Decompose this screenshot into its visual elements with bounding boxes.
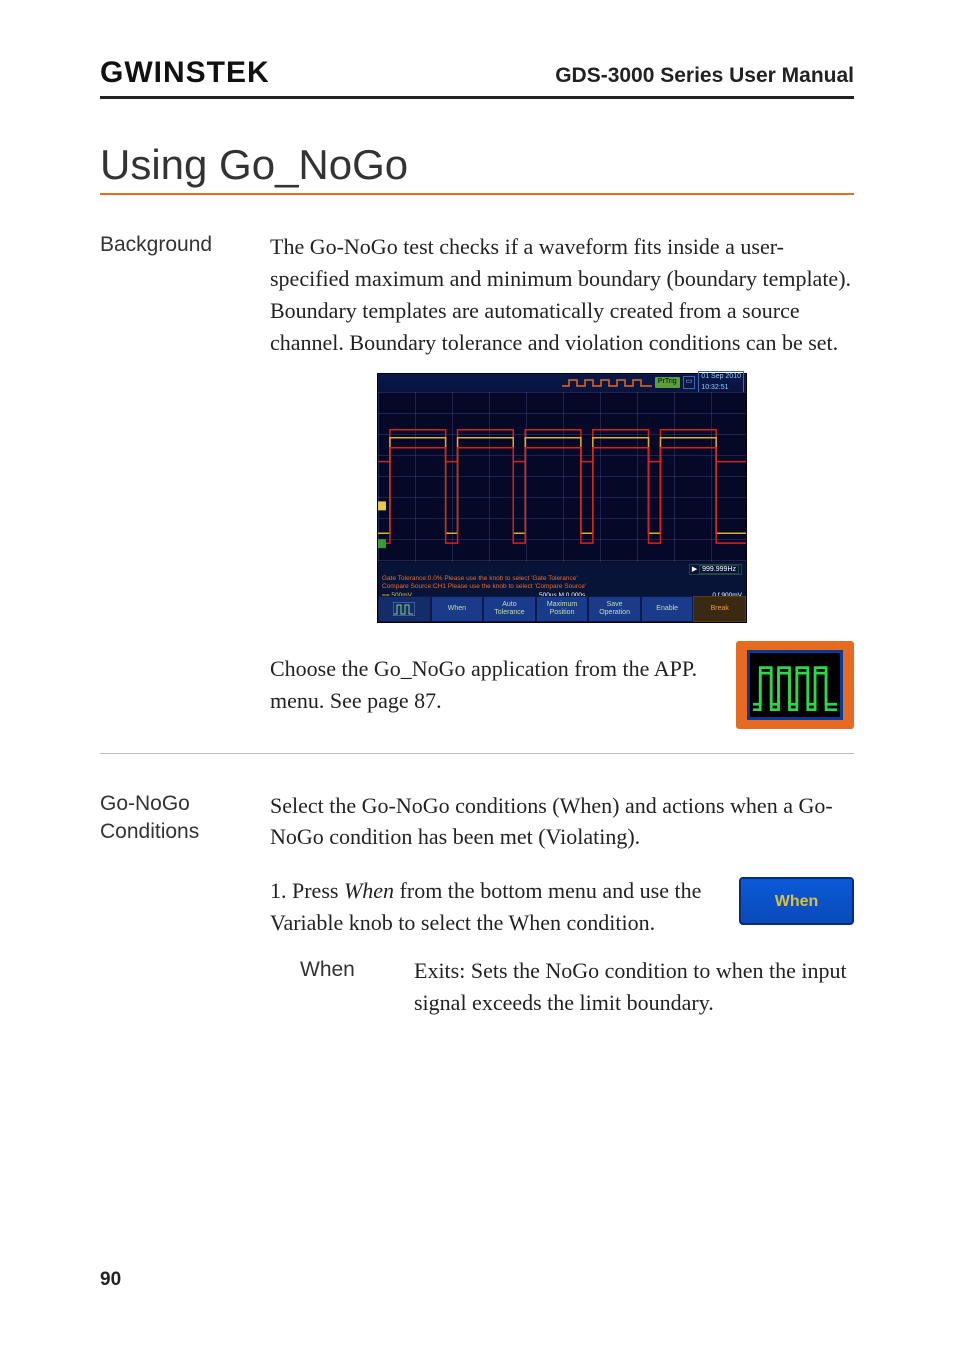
trig-badge: PrTrig xyxy=(655,377,680,387)
when-italic: When xyxy=(344,878,394,903)
conditions-section: Go-NoGo Conditions Select the Go-NoGo co… xyxy=(100,790,854,1019)
scope-menu-enable[interactable]: Enable xyxy=(641,596,694,622)
page-title: Using Go_NoGo xyxy=(100,141,854,195)
background-text: The Go-NoGo test checks if a waveform fi… xyxy=(270,231,854,359)
choose-row: Choose the Go_NoGo application from the … xyxy=(270,641,854,729)
when-def-term: When xyxy=(300,955,390,1019)
scope-menu-icon[interactable] xyxy=(378,596,431,622)
go-nogo-app-icon-inner xyxy=(747,650,843,720)
trig-icon: ▭ xyxy=(683,376,696,388)
when-definition-row: When Exits: Sets the NoGo condition to w… xyxy=(270,955,854,1019)
scope-hint-1: Gate Tolerance:0.0% Please use the knob … xyxy=(382,575,742,583)
background-section: Background The Go-NoGo test checks if a … xyxy=(100,231,854,729)
scope-hint-2: Compare Source:CH1 Please use the knob t… xyxy=(382,583,742,591)
scope-readout-right: ▶ 999.999Hz xyxy=(382,564,742,575)
when-button[interactable]: When xyxy=(739,877,854,925)
scope-freq: ▶ 999.999Hz xyxy=(689,564,742,575)
scope-top-bar: PrTrig ▭ 01 Sep 201010:32:51 xyxy=(378,374,746,392)
background-body: The Go-NoGo test checks if a waveform fi… xyxy=(270,231,854,729)
page-number: 90 xyxy=(100,1269,121,1291)
scope-frame: PrTrig ▭ 01 Sep 201010:32:51 ▶ 999 xyxy=(377,373,747,623)
scope-grid xyxy=(378,392,746,562)
scope-menu-when[interactable]: When xyxy=(431,596,484,622)
scope-status: ▶ 999.999Hz Gate Tolerance:0.0% Please u… xyxy=(378,562,746,596)
when-def-body: Exits: Sets the NoGo condition to when t… xyxy=(414,955,854,1019)
conditions-intro: Select the Go-NoGo conditions (When) and… xyxy=(270,790,854,854)
scope-menu-break[interactable]: Break xyxy=(693,596,746,622)
step-1-row: 1. Press When from the bottom menu and u… xyxy=(270,875,854,939)
step-1-text: 1. Press When from the bottom menu and u… xyxy=(270,875,725,939)
scope-datetime: 01 Sep 201010:32:51 xyxy=(698,371,744,393)
when-button-label: When xyxy=(775,890,819,913)
scope-menu-auto-tolerance[interactable]: Auto Tolerance xyxy=(483,596,536,622)
scope-menu-save-operation[interactable]: Save Operation xyxy=(588,596,641,622)
section-divider xyxy=(100,753,854,754)
scope-bottom-menu: When Auto Tolerance Maximum Position Sav… xyxy=(378,596,746,622)
oscilloscope-screenshot: PrTrig ▭ 01 Sep 201010:32:51 ▶ 999 xyxy=(270,373,854,623)
scope-menu-max-position[interactable]: Maximum Position xyxy=(536,596,589,622)
conditions-label: Go-NoGo Conditions xyxy=(100,790,270,1019)
brand-logo: GWINSTEK xyxy=(100,56,270,90)
manual-title: GDS-3000 Series User Manual xyxy=(555,64,854,88)
choose-text: Choose the Go_NoGo application from the … xyxy=(270,653,718,717)
scope-waveform xyxy=(378,392,746,561)
background-label: Background xyxy=(100,231,270,729)
conditions-body: Select the Go-NoGo conditions (When) and… xyxy=(270,790,854,1019)
page-header: GWINSTEK GDS-3000 Series User Manual xyxy=(100,56,854,99)
scope-top-wave-icon xyxy=(562,378,652,388)
go-nogo-app-icon[interactable] xyxy=(736,641,854,729)
